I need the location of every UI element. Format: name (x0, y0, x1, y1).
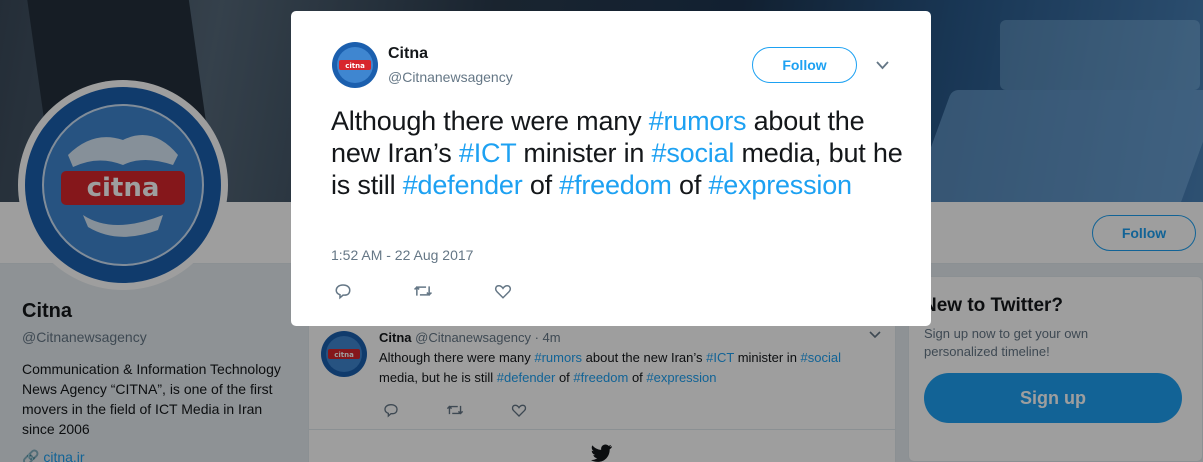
modal-tweet-actions (333, 281, 513, 301)
hashtag-link[interactable]: #freedom (559, 170, 672, 200)
tweet-text-segment: of (671, 170, 709, 200)
modal-avatar[interactable]: citna (331, 41, 379, 89)
hashtag-link[interactable]: #defender (403, 170, 523, 200)
tweet-text-segment: of (522, 170, 560, 200)
modal-tweet-text: Although there were many #rumors about t… (331, 105, 911, 201)
tweet-text-segment: Although there were many (331, 106, 649, 136)
hashtag-link[interactable]: #ICT (459, 138, 516, 168)
reply-icon[interactable] (333, 281, 353, 301)
retweet-icon[interactable] (413, 281, 433, 301)
modal-author-name[interactable]: Citna (388, 45, 428, 63)
hashtag-link[interactable]: #expression (708, 170, 852, 200)
like-icon[interactable] (493, 281, 513, 301)
modal-follow-button[interactable]: Follow (752, 47, 857, 83)
hashtag-link[interactable]: #rumors (649, 106, 747, 136)
svg-text:citna: citna (345, 62, 365, 70)
modal-author-handle[interactable]: @Citnanewsagency (388, 69, 513, 85)
hashtag-link[interactable]: #social (652, 138, 735, 168)
modal-timestamp[interactable]: 1:52 AM - 22 Aug 2017 (331, 247, 473, 263)
chevron-down-icon[interactable] (876, 57, 889, 75)
tweet-modal: citna Citna @Citnanewsagency Follow Alth… (291, 11, 931, 326)
tweet-text-segment: minister in (516, 138, 652, 168)
